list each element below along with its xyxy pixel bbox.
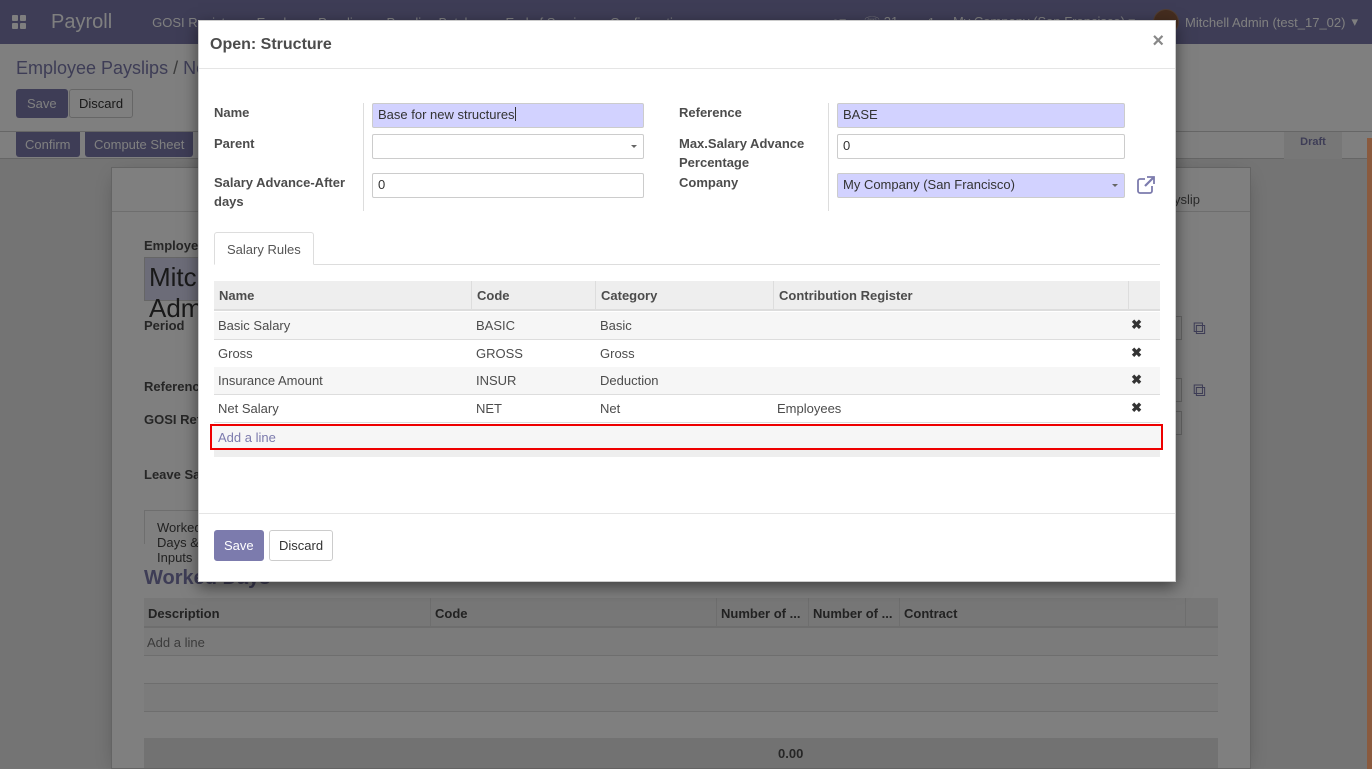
tab-salary-rules[interactable]: Salary Rules xyxy=(214,232,314,265)
reference-label: Reference xyxy=(679,105,742,120)
table-row[interactable]: Gross GROSS Gross ✖ xyxy=(214,340,1160,368)
col-contribution-register[interactable]: Contribution Register xyxy=(774,281,1129,311)
col-actions xyxy=(1129,281,1160,311)
table-footer xyxy=(214,450,1160,457)
parent-label: Parent xyxy=(214,136,255,151)
reference-input[interactable]: BASE xyxy=(837,103,1125,128)
name-label: Name xyxy=(214,105,250,120)
cell-code: GROSS xyxy=(476,346,523,361)
col-name[interactable]: Name xyxy=(214,281,472,311)
company-label: Company xyxy=(679,175,739,190)
advance-days-label: Salary Advance-After days xyxy=(214,175,346,209)
table-row[interactable]: Net Salary NET Net Employees ✖ xyxy=(214,395,1160,423)
cell-name: Insurance Amount xyxy=(218,373,323,388)
cell-code: BASIC xyxy=(476,318,516,333)
cell-category: Gross xyxy=(600,346,635,361)
name-input[interactable]: Base for new structures xyxy=(372,103,644,128)
structure-dialog: Open: Structure × Name Base for new stru… xyxy=(198,20,1176,582)
cell-code: INSUR xyxy=(476,373,517,388)
company-value: My Company (San Francisco) xyxy=(843,177,1015,192)
cell-category: Deduction xyxy=(600,373,659,388)
group-separator xyxy=(828,103,829,211)
dialog-title: Open: Structure xyxy=(210,36,332,53)
delete-row-icon[interactable]: ✖ xyxy=(1131,345,1142,361)
col-category[interactable]: Category xyxy=(596,281,774,311)
external-link-svg xyxy=(1137,176,1155,194)
max-advance-input[interactable]: 0 xyxy=(837,134,1125,159)
advance-days-input[interactable]: 0 xyxy=(372,173,644,198)
delete-row-icon[interactable]: ✖ xyxy=(1131,400,1142,416)
notebook-tabs: Salary Rules xyxy=(214,232,1160,265)
cell-name: Basic Salary xyxy=(218,318,291,333)
cell-name: Net Salary xyxy=(218,401,279,416)
add-line-row[interactable]: Add a line xyxy=(210,424,1163,450)
col-code[interactable]: Code xyxy=(472,281,596,311)
company-select[interactable]: My Company (San Francisco) xyxy=(837,173,1125,198)
cell-name: Gross xyxy=(218,346,253,361)
cell-category: Basic xyxy=(600,318,632,333)
group-separator xyxy=(363,103,364,211)
dialog-save-button[interactable]: Save xyxy=(214,530,264,561)
dialog-header: Open: Structure × xyxy=(199,21,1175,69)
dialog-footer: Save Discard xyxy=(199,513,1175,583)
close-icon[interactable]: × xyxy=(1152,31,1164,51)
text-cursor xyxy=(514,107,516,121)
cell-code: NET xyxy=(476,401,502,416)
dialog-discard-button[interactable]: Discard xyxy=(269,530,334,561)
max-advance-label: Max.Salary Advance Percentage xyxy=(679,136,805,170)
scrollbar[interactable] xyxy=(1367,138,1372,769)
add-line-link[interactable]: Add a line xyxy=(218,430,276,445)
cell-register: Employees xyxy=(777,401,842,416)
external-link-icon[interactable] xyxy=(1136,175,1156,198)
caret-down-icon xyxy=(1112,184,1118,187)
delete-row-icon[interactable]: ✖ xyxy=(1131,317,1142,333)
caret-down-icon xyxy=(631,145,637,148)
table-row[interactable]: Basic Salary BASIC Basic ✖ xyxy=(214,312,1160,340)
parent-select[interactable] xyxy=(372,134,644,159)
table-row[interactable]: Insurance Amount INSUR Deduction ✖ xyxy=(214,367,1160,395)
name-value: Base for new structures xyxy=(378,107,515,122)
delete-row-icon[interactable]: ✖ xyxy=(1131,372,1142,388)
cell-category: Net xyxy=(600,401,621,416)
